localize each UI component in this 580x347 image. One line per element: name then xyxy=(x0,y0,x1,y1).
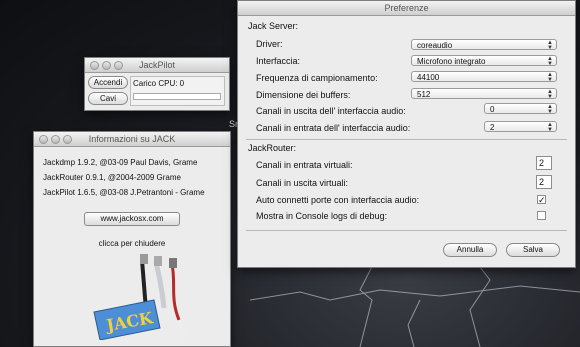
window-title: Preferenze xyxy=(384,3,429,13)
debug-logs-label: Mostra in Console logs di debug: xyxy=(256,211,388,221)
minimize-icon[interactable] xyxy=(51,135,60,144)
driver-select[interactable]: coreaudio ▲ ▼ xyxy=(411,39,557,51)
routing-button[interactable]: Cavi xyxy=(88,92,128,105)
jack-router-header: JackRouter: xyxy=(248,143,297,153)
sample-rate-label: Frequenza di campionamento: xyxy=(256,73,378,83)
input-channels-label: Canali in entrata dell' interfaccia audi… xyxy=(256,123,411,133)
select-arrows-icon: ▲ ▼ xyxy=(547,104,553,115)
about-line-jackdmp: Jackdmp 1.9.2, @03-09 Paul Davis, Grame xyxy=(43,158,198,167)
footer-divider xyxy=(246,230,567,231)
cancel-button[interactable]: Annulla xyxy=(443,243,497,257)
virtual-input-label: Canali in entrata virtuali: xyxy=(256,160,353,170)
about-line-jackpilot: JackPilot 1.6.5, @03-08 J.Petrantoni - G… xyxy=(43,188,205,197)
buffer-size-label: Dimensione dei buffers: xyxy=(256,90,351,100)
virtual-input-field[interactable]: 2 xyxy=(536,156,552,170)
sample-rate-select[interactable]: 44100 ▲ ▼ xyxy=(411,71,557,83)
select-arrows-icon: ▲ ▼ xyxy=(547,56,553,67)
select-arrows-icon: ▲ ▼ xyxy=(547,89,553,100)
debug-logs-checkbox[interactable] xyxy=(537,211,546,220)
interface-label: Interfaccia: xyxy=(256,56,301,66)
checkmark-icon: ✓ xyxy=(538,195,546,205)
select-arrows-icon: ▲ ▼ xyxy=(547,40,553,51)
window-title: Informazioni su JACK xyxy=(88,134,176,144)
buffer-size-select[interactable]: 512 ▲ ▼ xyxy=(411,88,557,100)
select-arrows-icon: ▲ ▼ xyxy=(547,122,553,133)
input-channels-select[interactable]: 2 ▲ ▼ xyxy=(484,121,557,133)
preferences-window[interactable]: Preferenze Jack Server: Driver: coreaudi… xyxy=(237,0,576,268)
jackpilot-titlebar[interactable]: JackPilot xyxy=(85,58,229,73)
window-controls[interactable] xyxy=(90,61,123,70)
output-channels-label: Canali in uscita dell' interfaccia audio… xyxy=(256,106,406,116)
autoconnect-label: Auto connetti porte con interfaccia audi… xyxy=(256,195,420,205)
cpu-load-label: Carico CPU: 0 xyxy=(133,79,185,88)
website-button[interactable]: www.jackosx.com xyxy=(84,212,180,226)
select-arrows-icon: ▲ ▼ xyxy=(547,72,553,83)
virtual-output-field[interactable]: 2 xyxy=(536,175,552,189)
jackpilot-window[interactable]: JackPilot Accendi Cavi Carico CPU: 0 xyxy=(84,57,230,111)
section-divider xyxy=(246,139,567,140)
window-title: JackPilot xyxy=(138,60,175,70)
about-jack-window[interactable]: Informazioni su JACK Jackdmp 1.9.2, @03-… xyxy=(33,131,231,347)
window-controls[interactable] xyxy=(39,135,72,144)
interface-select[interactable]: Microfono integrato ▲ ▼ xyxy=(411,55,557,67)
autoconnect-checkbox[interactable]: ✓ xyxy=(537,195,546,205)
start-button[interactable]: Accendi xyxy=(88,76,128,89)
jack-server-header: Jack Server: xyxy=(248,21,299,31)
close-icon[interactable] xyxy=(39,135,48,144)
close-icon[interactable] xyxy=(90,61,99,70)
preferences-titlebar[interactable]: Preferenze xyxy=(238,1,575,16)
save-button[interactable]: Salva xyxy=(506,243,560,257)
about-titlebar[interactable]: Informazioni su JACK xyxy=(34,132,230,147)
driver-label: Driver: xyxy=(256,39,283,49)
minimize-icon[interactable] xyxy=(102,61,111,70)
zoom-icon[interactable] xyxy=(114,61,123,70)
zoom-icon[interactable] xyxy=(63,135,72,144)
output-channels-select[interactable]: 0 ▲ ▼ xyxy=(484,103,557,115)
virtual-output-label: Canali in uscita virtuali: xyxy=(256,178,349,188)
cpu-panel: Carico CPU: 0 xyxy=(130,76,225,106)
close-hint: clicca per chiudere xyxy=(98,239,166,248)
cpu-load-bar xyxy=(133,93,221,100)
about-line-jackrouter: JackRouter 0.9.1, @2004-2009 Grame xyxy=(43,173,181,182)
jack-logo[interactable]: JACK xyxy=(84,250,204,340)
